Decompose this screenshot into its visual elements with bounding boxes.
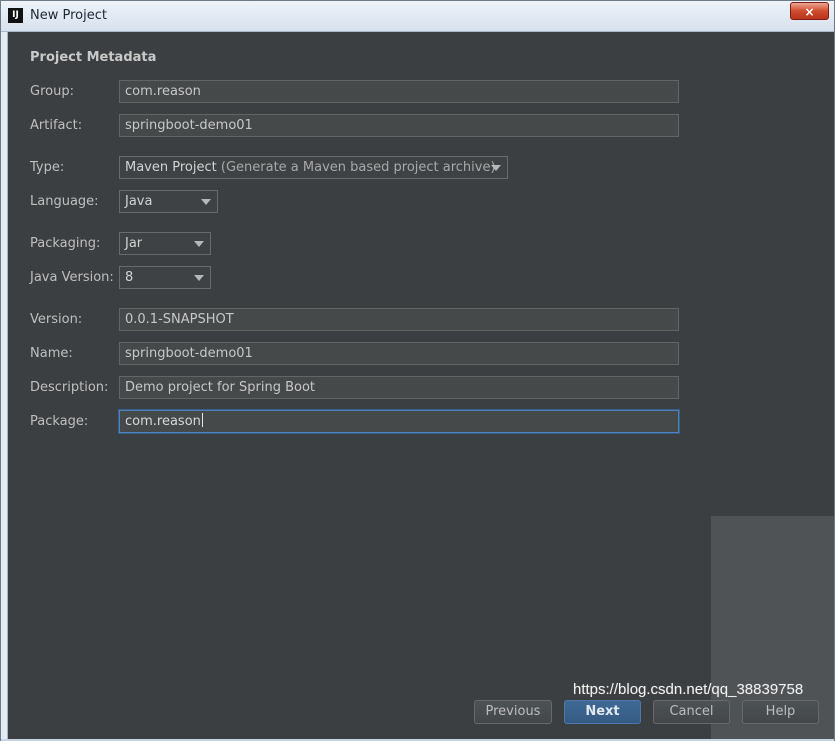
language-selected-value: Java (125, 194, 153, 209)
language-dropdown[interactable]: Java (119, 190, 218, 213)
new-project-window: IJ New Project × Project Metadata Group:… (0, 0, 835, 741)
window-title: New Project (30, 8, 107, 23)
packaging-selected-value: Jar (125, 236, 143, 251)
artifact-input[interactable]: springboot-demo01 (119, 114, 679, 137)
type-description: (Generate a Maven based project archive) (220, 160, 496, 175)
description-label: Description: (30, 380, 109, 395)
chevron-down-icon (201, 199, 211, 205)
package-input[interactable]: com.reason (119, 410, 679, 433)
cancel-button[interactable]: Cancel (653, 700, 730, 724)
type-label: Type: (30, 160, 65, 175)
java-version-label: Java Version: (30, 270, 114, 285)
type-selected-value: Maven Project (125, 160, 217, 175)
version-label: Version: (30, 312, 83, 327)
close-button[interactable]: × (790, 2, 829, 20)
text-caret (201, 413, 203, 427)
artifact-label: Artifact: (30, 118, 83, 133)
title-bar: IJ New Project × (1, 1, 834, 32)
next-button[interactable]: Next (564, 700, 641, 724)
version-input[interactable]: 0.0.1-SNAPSHOT (119, 308, 679, 331)
java-version-dropdown[interactable]: 8 (119, 266, 211, 289)
left-window-border (1, 32, 8, 739)
project-metadata-panel: Project Metadata Group: com.reason Artif… (8, 32, 834, 739)
package-input-value: com.reason (125, 414, 201, 429)
section-title: Project Metadata (30, 50, 157, 65)
previous-button[interactable]: Previous (474, 700, 552, 724)
language-label: Language: (30, 194, 99, 209)
group-input[interactable]: com.reason (119, 80, 679, 103)
packaging-label: Packaging: (30, 236, 101, 251)
group-label: Group: (30, 84, 74, 99)
chevron-down-icon (194, 275, 204, 281)
chevron-down-icon (491, 165, 501, 171)
description-input[interactable]: Demo project for Spring Boot (119, 376, 679, 399)
help-button[interactable]: Help (742, 700, 819, 724)
packaging-dropdown[interactable]: Jar (119, 232, 211, 255)
chevron-down-icon (194, 241, 204, 247)
name-label: Name: (30, 346, 73, 361)
java-version-selected-value: 8 (125, 270, 134, 285)
package-label: Package: (30, 414, 89, 429)
watermark-text: https://blog.csdn.net/qq_38839758 (573, 681, 804, 698)
type-dropdown[interactable]: Maven Project (Generate a Maven based pr… (119, 156, 508, 179)
intellij-app-icon: IJ (8, 8, 23, 23)
name-input[interactable]: springboot-demo01 (119, 342, 679, 365)
